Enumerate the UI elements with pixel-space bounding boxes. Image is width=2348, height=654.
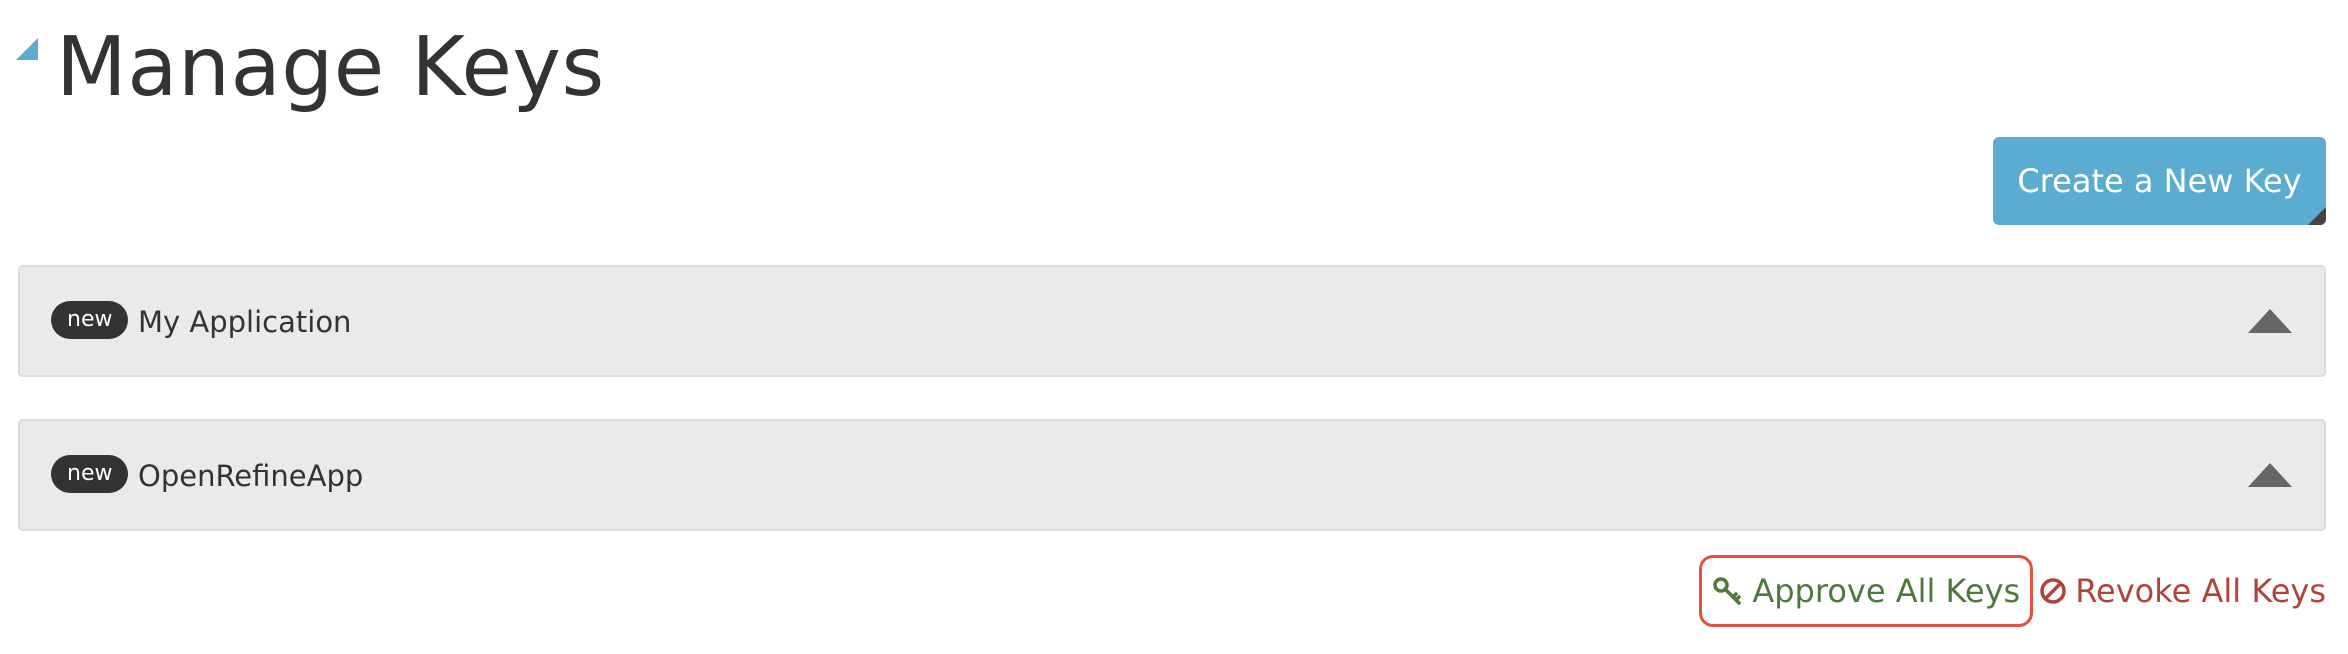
key-panel-my-application[interactable]: new My Application bbox=[18, 265, 2326, 377]
key-panel-title: OpenRefineApp bbox=[138, 459, 364, 493]
revoke-all-keys-link[interactable]: Revoke All Keys bbox=[2039, 572, 2326, 610]
new-badge: new bbox=[51, 301, 129, 339]
title-corner-marker bbox=[16, 38, 38, 60]
approve-all-keys-link[interactable]: Approve All Keys bbox=[1699, 555, 2034, 627]
ban-icon bbox=[2040, 578, 2066, 604]
bulk-actions: Approve All Keys Revoke All Keys bbox=[1699, 553, 2326, 629]
key-panel-title: My Application bbox=[138, 305, 352, 339]
revoke-all-keys-label: Revoke All Keys bbox=[2075, 572, 2326, 610]
collapse-chevron-icon[interactable] bbox=[2246, 307, 2294, 335]
approve-all-keys-label: Approve All Keys bbox=[1752, 572, 2021, 610]
create-new-key-label: Create a New Key bbox=[2017, 162, 2302, 200]
create-new-key-button[interactable]: Create a New Key bbox=[1993, 137, 2326, 225]
page-title: Manage Keys bbox=[56, 20, 605, 115]
key-panel-openrefineapp[interactable]: new OpenRefineApp bbox=[18, 419, 2326, 531]
button-corner-decoration bbox=[2308, 207, 2326, 225]
new-badge: new bbox=[51, 455, 129, 493]
key-icon bbox=[1713, 577, 1742, 605]
collapse-chevron-icon[interactable] bbox=[2246, 461, 2294, 489]
